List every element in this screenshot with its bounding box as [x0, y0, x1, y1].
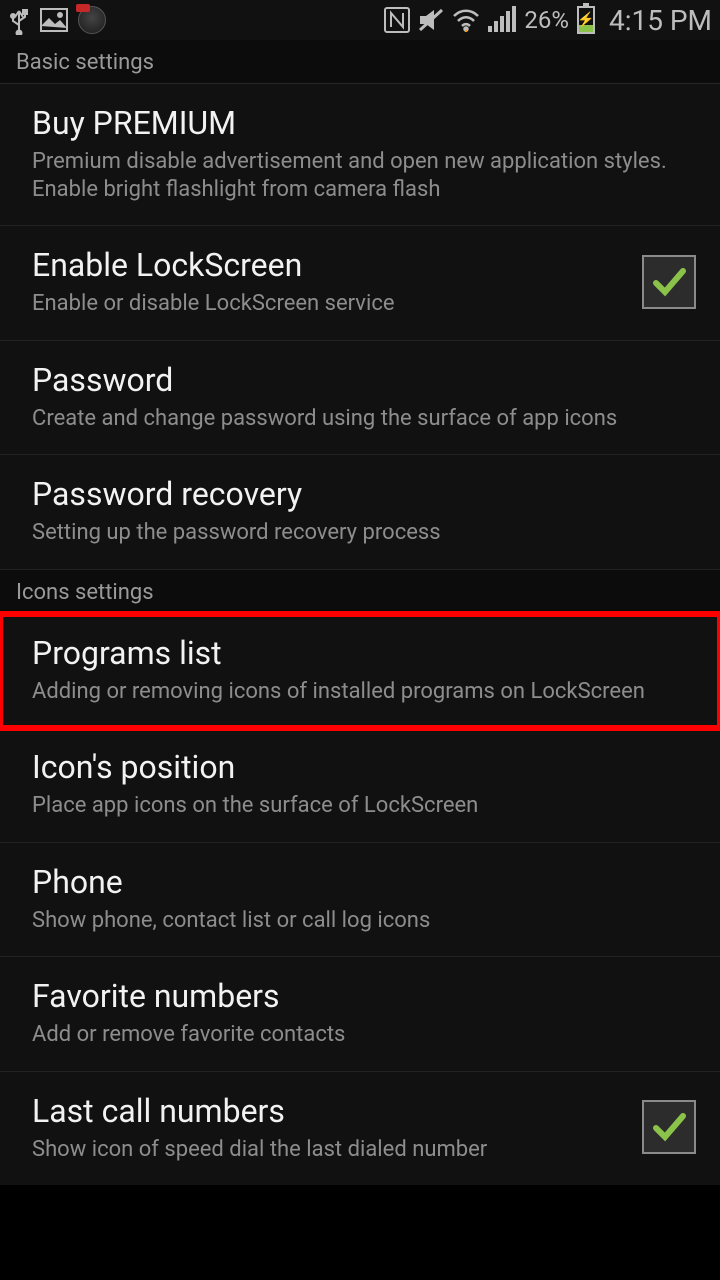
- item-programs-list[interactable]: Programs list Adding or removing icons o…: [0, 614, 720, 729]
- item-title: Phone: [32, 863, 696, 901]
- item-title: Programs list: [32, 634, 696, 672]
- item-title: Last call numbers: [32, 1092, 626, 1130]
- settings-list: Basic settings Buy PREMIUM Premium disab…: [0, 40, 720, 1185]
- image-icon: [40, 8, 68, 32]
- item-icons-position[interactable]: Icon's position Place app icons on the s…: [0, 728, 720, 843]
- item-buy-premium[interactable]: Buy PREMIUM Premium disable advertisemen…: [0, 84, 720, 226]
- checkbox-enable-lockscreen[interactable]: [642, 255, 696, 309]
- battery-percent: 26%: [524, 6, 569, 34]
- clock: 4:15 PM: [609, 4, 712, 37]
- wifi-icon: [452, 8, 480, 32]
- item-last-call-numbers[interactable]: Last call numbers Show icon of speed dia…: [0, 1072, 720, 1186]
- item-desc: Create and change password using the sur…: [32, 405, 696, 433]
- section-header-basic: Basic settings: [0, 40, 720, 84]
- app-badge-icon: [78, 6, 106, 34]
- section-header-icons: Icons settings: [0, 570, 720, 614]
- item-desc: Premium disable advertisement and open n…: [32, 148, 696, 203]
- item-title: Password recovery: [32, 475, 696, 513]
- battery-icon: ⚡: [577, 6, 595, 34]
- status-left: [8, 5, 106, 35]
- item-desc: Setting up the password recovery process: [32, 519, 696, 547]
- item-desc: Adding or removing icons of installed pr…: [32, 678, 696, 706]
- item-password-recovery[interactable]: Password recovery Setting up the passwor…: [0, 455, 720, 570]
- item-title: Favorite numbers: [32, 977, 696, 1015]
- nfc-icon: [384, 7, 410, 33]
- item-title: Password: [32, 361, 696, 399]
- item-enable-lockscreen[interactable]: Enable LockScreen Enable or disable Lock…: [0, 226, 720, 341]
- item-desc: Add or remove favorite contacts: [32, 1021, 696, 1049]
- mute-icon: [418, 8, 444, 32]
- item-favorite-numbers[interactable]: Favorite numbers Add or remove favorite …: [0, 957, 720, 1072]
- item-title: Icon's position: [32, 748, 696, 786]
- item-title: Buy PREMIUM: [32, 104, 696, 142]
- checkbox-last-call-numbers[interactable]: [642, 1100, 696, 1154]
- item-desc: Show icon of speed dial the last dialed …: [32, 1136, 626, 1164]
- signal-icon: [488, 8, 516, 32]
- item-password[interactable]: Password Create and change password usin…: [0, 341, 720, 456]
- item-phone[interactable]: Phone Show phone, contact list or call l…: [0, 843, 720, 958]
- item-desc: Show phone, contact list or call log ico…: [32, 907, 696, 935]
- usb-icon: [8, 5, 30, 35]
- status-right: 26% ⚡ 4:15 PM: [384, 4, 712, 37]
- item-desc: Place app icons on the surface of LockSc…: [32, 792, 696, 820]
- item-desc: Enable or disable LockScreen service: [32, 290, 626, 318]
- status-bar: 26% ⚡ 4:15 PM: [0, 0, 720, 40]
- item-title: Enable LockScreen: [32, 246, 626, 284]
